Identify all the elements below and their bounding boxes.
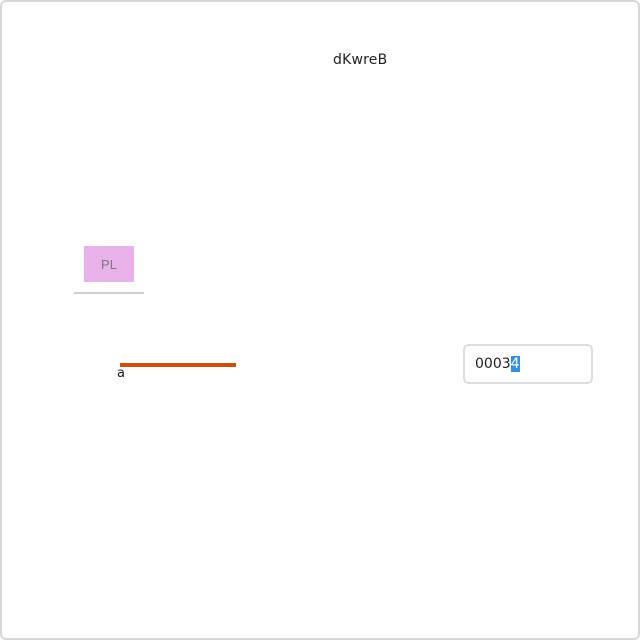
progress-fill bbox=[120, 363, 236, 367]
number-input-selected-text: 4 bbox=[510, 356, 520, 372]
number-input-unselected-text: 0003 bbox=[475, 356, 511, 372]
page-frame bbox=[0, 0, 640, 640]
number-input[interactable]: 00034 bbox=[463, 344, 593, 384]
number-input-value: 00034 bbox=[475, 356, 520, 372]
divider-line bbox=[74, 292, 144, 294]
page-title: dKwreB bbox=[333, 52, 388, 68]
progress-label: a bbox=[117, 366, 125, 381]
pl-button[interactable]: PL bbox=[84, 246, 134, 282]
progress-bar bbox=[120, 363, 236, 367]
